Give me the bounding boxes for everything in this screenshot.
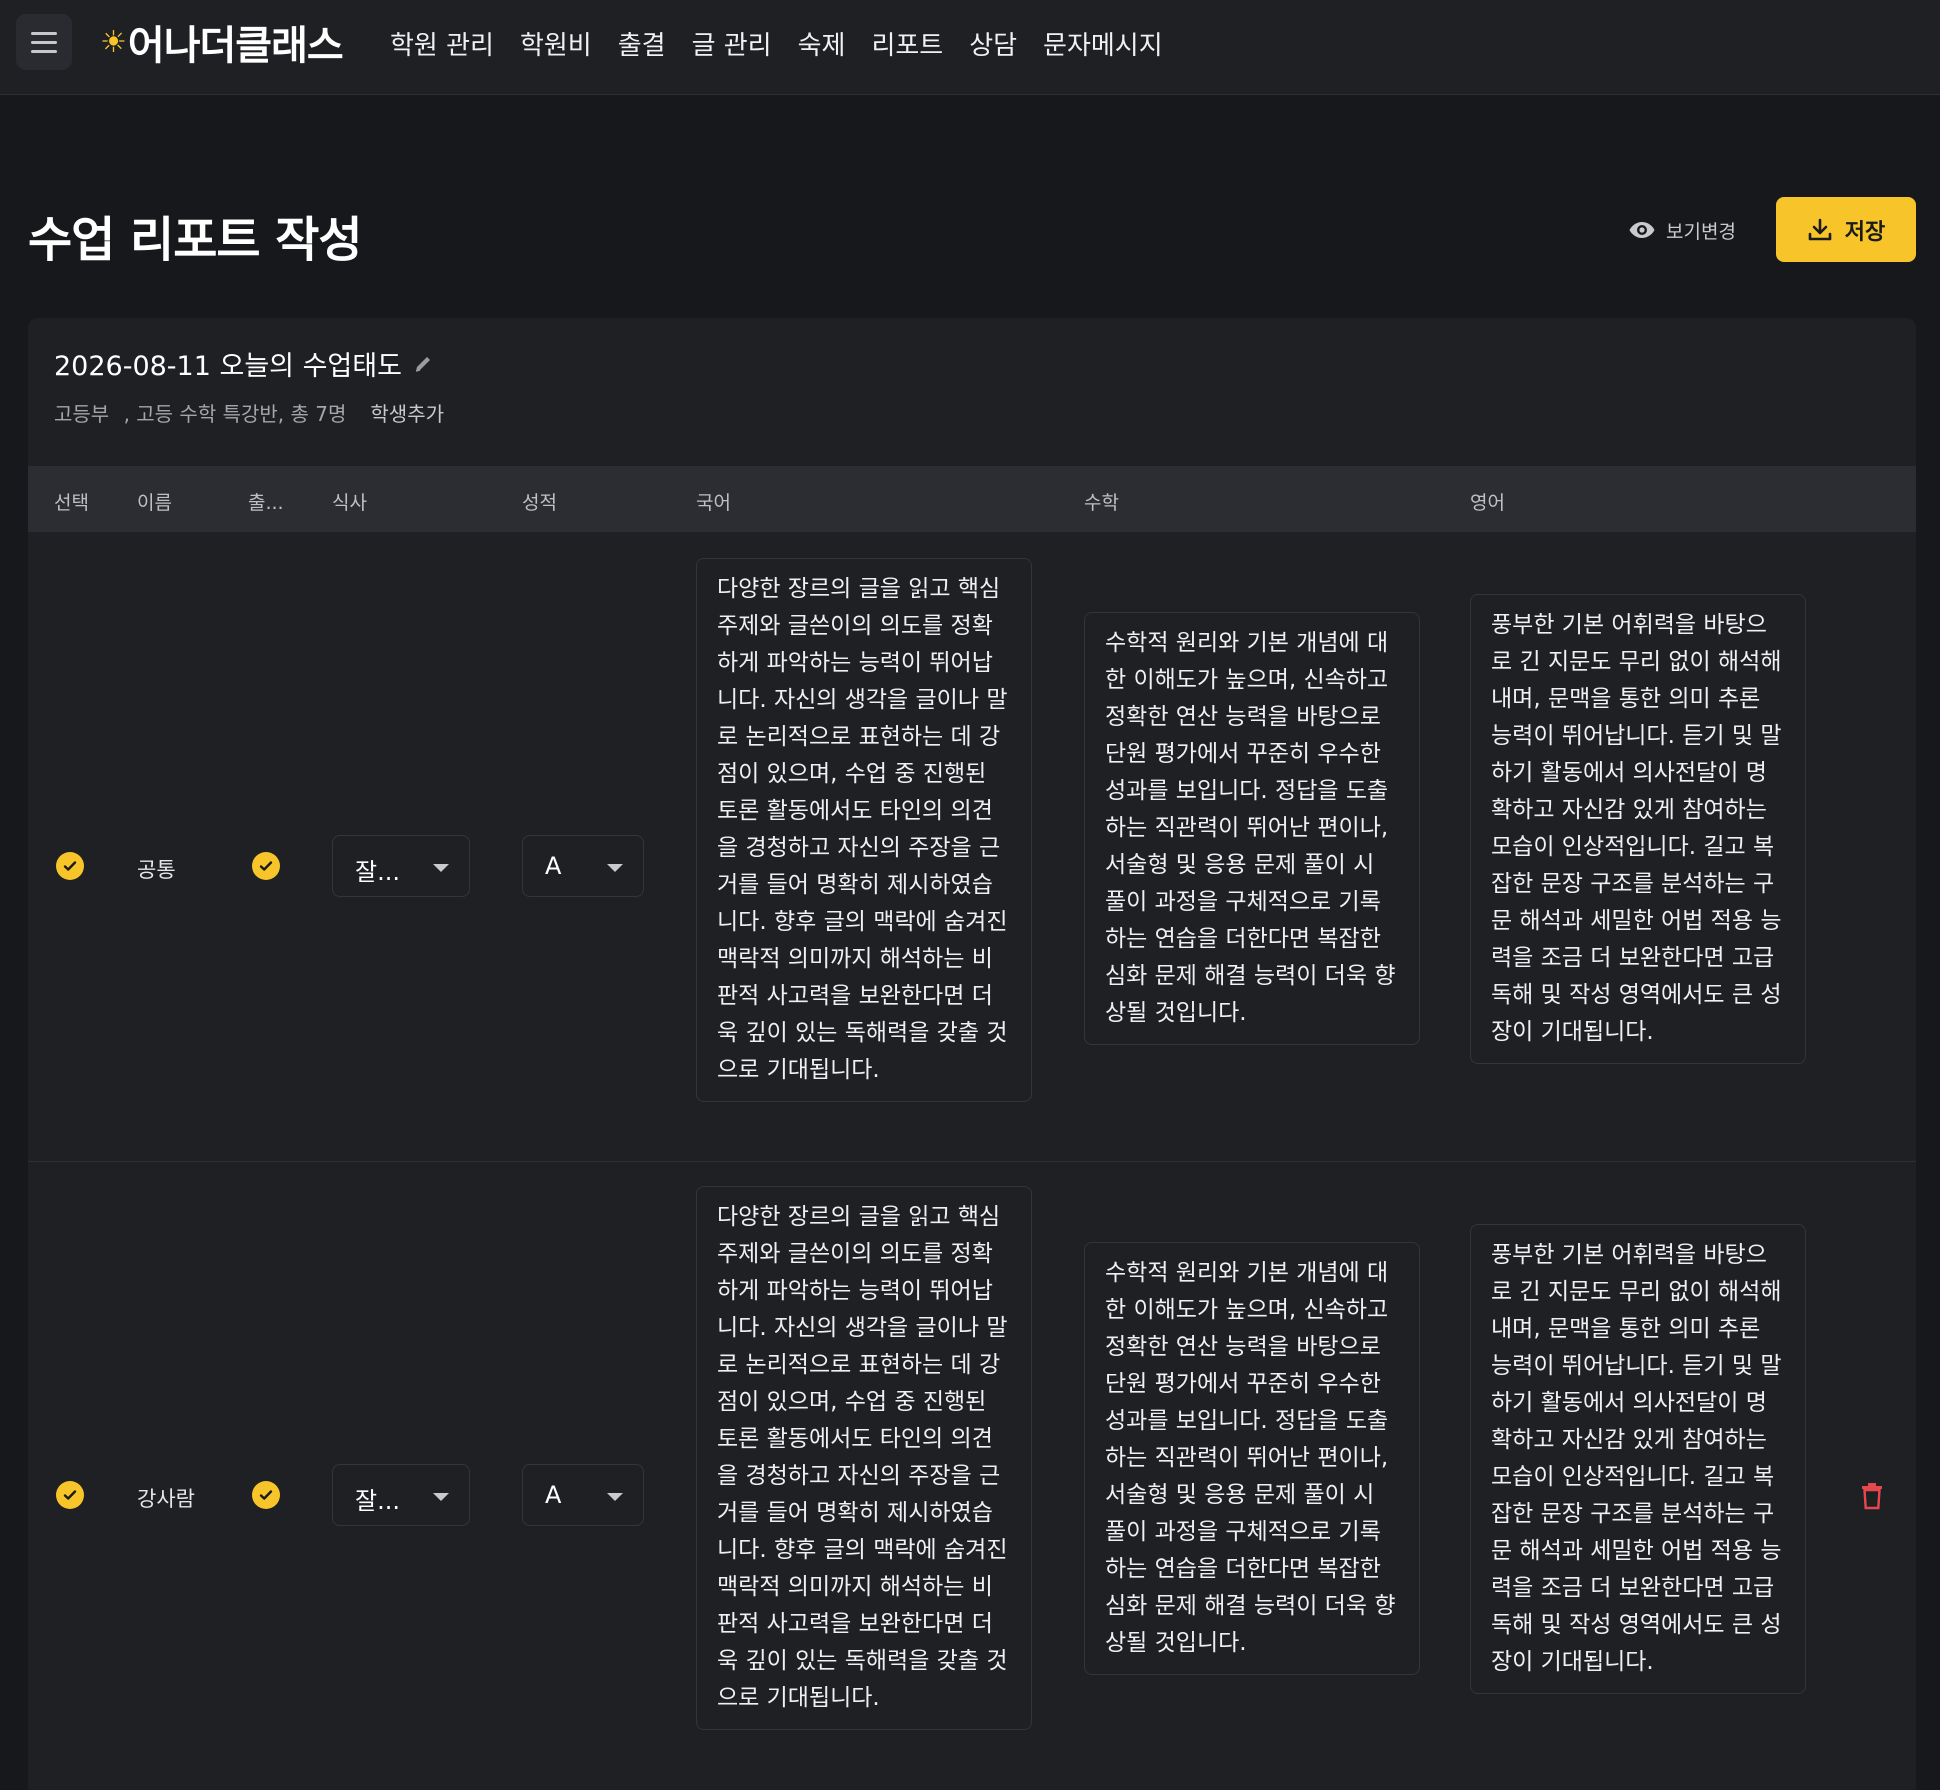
chevron-down-icon: [433, 1493, 449, 1501]
col-korean: 국어: [696, 492, 731, 514]
nav-item-sms[interactable]: 문자메시지: [1043, 25, 1163, 62]
edit-pencil-icon[interactable]: [412, 353, 434, 375]
attendance-check-icon[interactable]: [252, 852, 280, 880]
chevron-down-icon: [433, 864, 449, 872]
col-english: 영어: [1470, 492, 1505, 514]
save-button-label: 저장: [1844, 219, 1886, 245]
nav-item-posts[interactable]: 글 관리: [692, 25, 772, 62]
view-toggle-label: 보기변경: [1666, 220, 1736, 243]
meal-select[interactable]: 잘...: [332, 1464, 470, 1526]
table-header: 선택 이름 출... 식사 성적 국어 수학 영어: [28, 466, 1916, 532]
select-check-icon[interactable]: [56, 1481, 84, 1509]
meal-value: 잘...: [355, 858, 400, 886]
english-comment-textarea[interactable]: 풍부한 기본 어휘력을 바탕으로 긴 지문도 무리 없이 해석해 내며, 문맥을…: [1470, 594, 1806, 1064]
logo-spark-icon: ☀: [100, 24, 127, 60]
report-title-text: 2026-08-11 오늘의 수업태도: [54, 351, 402, 382]
nav-item-attendance[interactable]: 출결: [618, 25, 666, 62]
col-meal: 식사: [332, 492, 367, 514]
grade-value: A: [545, 852, 562, 880]
page-title: 수업 리포트 작성: [28, 212, 363, 268]
class-details: 고등부 , 고등 수학 특강반, 총 7명: [54, 398, 346, 427]
view-toggle-button[interactable]: 보기변경: [1628, 210, 1736, 250]
report-card: 2026-08-11 오늘의 수업태도 고등부 , 고등 수학 특강반, 총 7…: [28, 318, 1916, 1790]
chevron-down-icon: [607, 1493, 623, 1501]
col-select: 선택: [54, 492, 89, 514]
nav-item-tuition[interactable]: 학원비: [520, 25, 592, 62]
student-name: 공통: [137, 858, 176, 882]
hamburger-menu-icon[interactable]: [16, 14, 72, 70]
math-comment-textarea[interactable]: 수학적 원리와 기본 개념에 대한 이해도가 높으며, 신속하고 정확한 연산 …: [1084, 1242, 1420, 1675]
top-navigation-bar: ☀ 어나더클래스 학원 관리 학원비 출결 글 관리 숙제 리포트 상담 문자메…: [0, 0, 1940, 95]
checkmark-icon: [259, 861, 273, 871]
grade-select[interactable]: A: [522, 835, 644, 897]
col-attendance: 출...: [248, 492, 284, 514]
korean-comment-textarea[interactable]: 다양한 장르의 글을 읽고 핵심 주제와 글쓴이의 의도를 정확하게 파악하는 …: [696, 1186, 1032, 1730]
korean-comment-textarea[interactable]: 다양한 장르의 글을 읽고 핵심 주제와 글쓴이의 의도를 정확하게 파악하는 …: [696, 558, 1032, 1102]
add-student-button[interactable]: 학생추가: [370, 398, 444, 427]
report-title: 2026-08-11 오늘의 수업태도: [54, 344, 434, 383]
meal-select[interactable]: 잘...: [332, 835, 470, 897]
checkmark-icon: [63, 1490, 77, 1500]
nav-item-homework[interactable]: 숙제: [798, 25, 846, 62]
attendance-check-icon[interactable]: [252, 1481, 280, 1509]
division-label: 고등부: [54, 402, 110, 426]
table-row: 강사람 잘... A 다양한 장르의 글을 읽고 핵심 주제와 글쓴이의 의도를…: [28, 1162, 1916, 1790]
save-button[interactable]: 저장: [1776, 197, 1916, 262]
report-subtitle: 고등부 , 고등 수학 특강반, 총 7명 학생추가: [54, 398, 444, 427]
nav-item-counseling[interactable]: 상담: [969, 25, 1017, 62]
checkmark-icon: [63, 861, 77, 871]
nav-item-academy[interactable]: 학원 관리: [390, 25, 494, 62]
select-check-icon[interactable]: [56, 852, 84, 880]
col-grade: 성적: [522, 492, 557, 514]
table-row: 공통 잘... A 다양한 장르의 글을 읽고 핵심 주제와 글쓴이의 의도를 …: [28, 532, 1916, 1160]
class-info: , 고등 수학 특강반, 총 7명: [123, 402, 347, 426]
chevron-down-icon: [607, 864, 623, 872]
col-name: 이름: [137, 492, 172, 514]
eye-icon: [1629, 222, 1655, 238]
nav-item-report[interactable]: 리포트: [871, 25, 943, 62]
grade-select[interactable]: A: [522, 1464, 644, 1526]
meal-value: 잘...: [355, 1487, 400, 1515]
col-math: 수학: [1084, 492, 1119, 514]
main-nav: 학원 관리 학원비 출결 글 관리 숙제 리포트 상담 문자메시지: [390, 20, 1163, 66]
math-comment-textarea[interactable]: 수학적 원리와 기본 개념에 대한 이해도가 높으며, 신속하고 정확한 연산 …: [1084, 612, 1420, 1045]
grade-value: A: [545, 1481, 562, 1509]
logo-text: 어나더클래스: [127, 23, 344, 69]
checkmark-icon: [259, 1490, 273, 1500]
student-name: 강사람: [137, 1487, 195, 1511]
trash-icon[interactable]: [1860, 1482, 1884, 1510]
english-comment-textarea[interactable]: 풍부한 기본 어휘력을 바탕으로 긴 지문도 무리 없이 해석해 내며, 문맥을…: [1470, 1224, 1806, 1694]
download-icon: [1808, 218, 1832, 240]
app-logo[interactable]: ☀ 어나더클래스: [100, 14, 344, 70]
